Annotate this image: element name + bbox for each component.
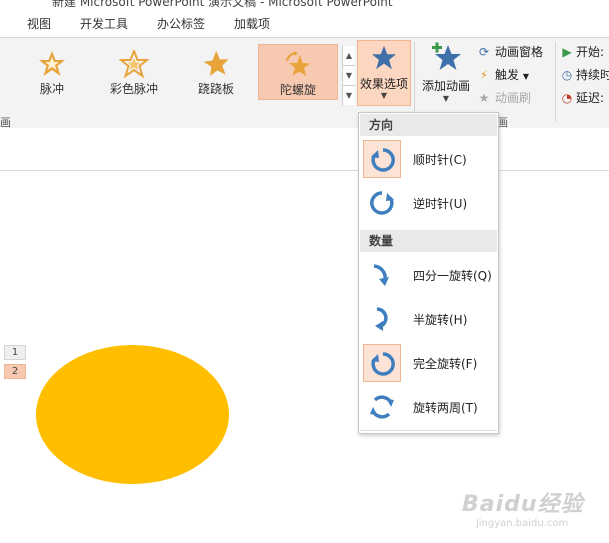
timing-start[interactable]: ▶ 开始: — [561, 43, 604, 60]
two-spins-icon — [370, 395, 394, 419]
timing-delay[interactable]: ◔ 延迟: — [561, 89, 604, 106]
gallery-more[interactable]: ▼ — [343, 86, 355, 105]
timing-start-label: 开始: — [576, 45, 605, 59]
tab-addins[interactable]: 加载项 — [234, 15, 270, 32]
animation-pane-icon: ⟳ — [478, 45, 490, 59]
direction-header: 方向 — [360, 114, 497, 136]
timing-duration-label: 持续时 — [576, 68, 609, 82]
delay-icon: ◔ — [561, 91, 573, 105]
clock-icon: ◷ — [561, 68, 573, 82]
icon-box — [363, 256, 401, 294]
icon-box — [363, 388, 401, 426]
watermark-brand: Baidu经验 — [462, 492, 584, 517]
tab-developer[interactable]: 开发工具 — [80, 15, 128, 32]
animation-painter-button[interactable]: ★ 动画刷 — [476, 89, 531, 106]
chevron-down-icon: ▼ — [522, 72, 529, 81]
animation-color-pulse[interactable]: 彩色脉冲 — [94, 44, 174, 100]
pulse-star-icon — [39, 51, 65, 76]
spin-star-icon — [286, 51, 310, 76]
animation-label: 脉冲 — [39, 82, 64, 96]
animation-pane-button[interactable]: ⟳ 动画窗格 — [476, 43, 543, 60]
animation-painter-icon: ★ — [478, 91, 490, 105]
divider — [414, 42, 415, 122]
lightning-icon: ⚡ — [479, 68, 489, 82]
menu-item-label: 逆时针(U) — [413, 197, 468, 211]
menu-item-label: 顺时针(C) — [413, 153, 467, 167]
timing-duration[interactable]: ◷ 持续时 — [561, 66, 609, 83]
oval-shape[interactable] — [36, 345, 229, 484]
icon-box — [363, 344, 401, 382]
animation-label: 彩色脉冲 — [109, 82, 158, 96]
trigger-label: 触发 — [495, 68, 520, 82]
effect-options-label: 效果选项 — [359, 77, 408, 91]
animation-painter-label: 动画刷 — [495, 91, 532, 105]
animation-label: 跷跷板 — [197, 82, 234, 96]
animation-tag[interactable]: 1 — [4, 345, 26, 360]
chevron-down-icon: ▼ — [442, 94, 450, 103]
animation-spin[interactable]: 陀螺旋 — [258, 44, 338, 100]
effect-options-button[interactable]: 效果选项 ▼ — [357, 40, 411, 106]
color-pulse-star-icon — [119, 50, 149, 78]
half-spin-icon — [375, 307, 388, 331]
tab-view[interactable]: 视图 — [27, 15, 51, 32]
trigger-button[interactable]: ⚡ 触发 ▼ — [476, 66, 529, 83]
play-icon: ▶ — [562, 45, 572, 59]
watermark: Baidu经验 jingyan.baidu.com — [462, 486, 602, 536]
animation-label: 陀螺旋 — [279, 83, 316, 97]
menu-item-half-spin[interactable]: 半旋转(H) — [360, 298, 497, 340]
menu-item-label: 完全旋转(F) — [413, 357, 478, 371]
ribbon-tabs: 视图 开发工具 办公标签 加载项 — [0, 9, 609, 37]
effect-options-dropdown: 方向 顺时针(C) 逆时针(U) 数量 四分一旋转(Q) 半旋转(H) 完全旋转… — [358, 112, 499, 434]
gallery-scroll-down[interactable]: ▼ — [343, 66, 355, 86]
add-animation-icon — [432, 42, 461, 70]
divider — [360, 430, 497, 431]
title-bar: 新建 Microsoft PowerPoint 演示文稿 - Microsoft… — [0, 0, 609, 9]
animation-gallery: 脉冲 彩色脉冲 跷跷板 陀螺旋 ▲ ▼ ▼ — [0, 42, 355, 106]
chevron-down-icon: ▼ — [380, 91, 388, 100]
divider — [555, 42, 556, 122]
add-animation-label: 添加动画 — [421, 79, 470, 93]
animations-ribbon: 脉冲 彩色脉冲 跷跷板 陀螺旋 ▲ ▼ ▼ 效果选项 ▼ 添加动画 ▼ ⟳ 动画… — [0, 37, 609, 129]
window-title: 新建 Microsoft PowerPoint 演示文稿 - Microsoft… — [52, 0, 393, 9]
icon-box — [363, 140, 401, 178]
menu-item-label: 旋转两周(T) — [413, 401, 478, 415]
star-icon — [371, 45, 397, 70]
add-animation-button[interactable]: 添加动画 ▼ — [418, 42, 474, 108]
menu-item-clockwise[interactable]: 顺时针(C) — [360, 138, 497, 180]
timing-delay-label: 延迟: — [576, 91, 605, 105]
icon-box — [363, 300, 401, 338]
rotate-clockwise-icon — [371, 148, 395, 172]
quantity-header: 数量 — [360, 230, 497, 252]
menu-item-label: 四分一旋转(Q) — [413, 269, 492, 283]
animation-pulse[interactable]: 脉冲 — [12, 44, 92, 100]
gallery-scrollbar[interactable]: ▲ ▼ ▼ — [342, 46, 355, 106]
ruler-area — [0, 128, 609, 171]
tab-office-tab[interactable]: 办公标签 — [157, 15, 205, 32]
teeter-star-icon — [203, 50, 229, 76]
quarter-spin-icon — [373, 264, 389, 286]
menu-item-two-spins[interactable]: 旋转两周(T) — [360, 386, 497, 428]
icon-box — [363, 184, 401, 222]
animation-tag-selected[interactable]: 2 — [4, 364, 26, 379]
gallery-scroll-up[interactable]: ▲ — [343, 46, 355, 66]
full-spin-icon — [371, 352, 395, 376]
rotate-counterclockwise-icon — [370, 191, 394, 215]
menu-item-label: 半旋转(H) — [413, 313, 468, 327]
menu-item-counterclockwise[interactable]: 逆时针(U) — [360, 182, 497, 224]
menu-item-quarter-spin[interactable]: 四分一旋转(Q) — [360, 254, 497, 296]
animation-teeter[interactable]: 跷跷板 — [176, 44, 256, 100]
menu-item-full-spin[interactable]: 完全旋转(F) — [360, 342, 497, 384]
watermark-url: jingyan.baidu.com — [476, 518, 569, 529]
animation-pane-label: 动画窗格 — [495, 45, 544, 59]
